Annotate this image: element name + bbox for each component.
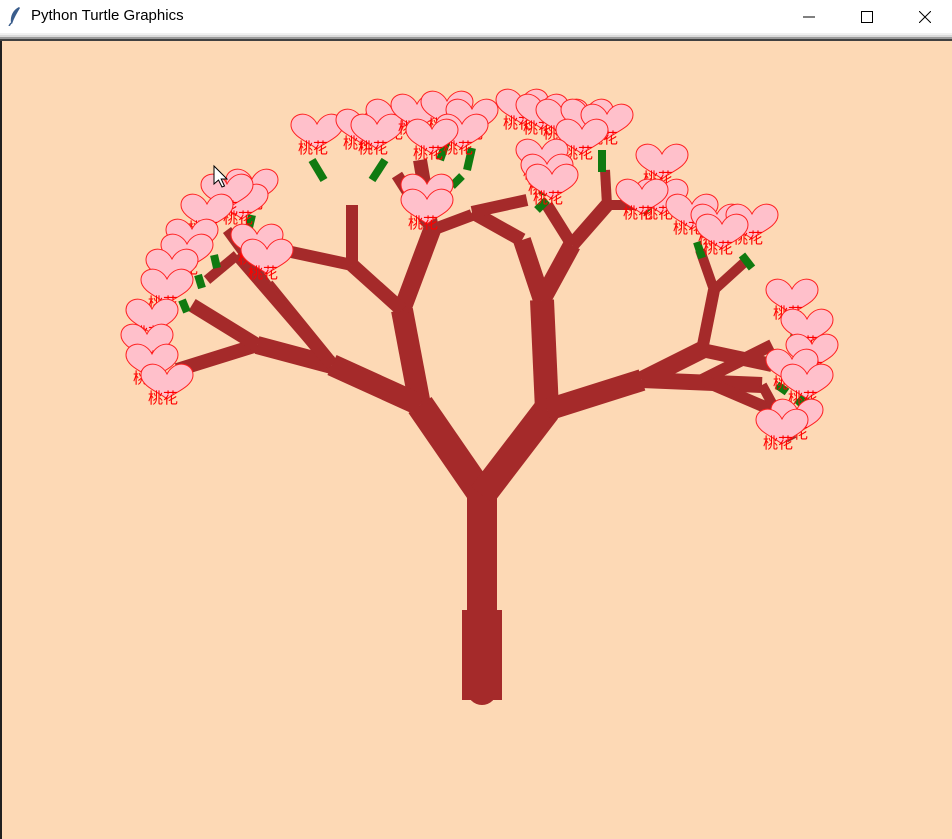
maximize-button[interactable] [838,0,896,33]
tree-branch [470,194,529,218]
window-frame-border [0,33,952,41]
blossom-label: 桃花 [408,214,438,232]
tree-branch [534,240,580,305]
blossom-label: 桃花 [533,189,563,207]
blossom: 桃花 [140,363,194,407]
leaf [194,273,206,290]
blossom-label: 桃花 [763,434,793,452]
tree-branch [408,397,494,503]
turtle-window: Python Turtle Graphics 桃花 桃花 桃花 桃花 桃花 桃花 桃花 桃花桃… [0,0,952,839]
close-icon [919,10,931,23]
window-title: Python Turtle Graphics [31,7,184,24]
blossom-label: 桃花 [298,139,328,157]
tree-branch [188,299,261,351]
blossom: 桃花 [290,113,344,157]
blossom-label: 桃花 [148,389,178,407]
minimize-icon [803,16,815,17]
tree-branch [393,226,441,314]
blossom-label: 桃花 [413,144,443,162]
leaf [368,157,389,183]
turtle-canvas[interactable]: 桃花 桃花 桃花 桃花 桃花 桃花 桃花 桃花 桃花 桃花 桃花 桃花 桃花 桃花 桃花 桃花 桃花 桃花 桃花 桃花… [0,41,952,839]
tree-branch [347,259,407,316]
maximize-icon [861,10,873,23]
close-button[interactable] [896,0,952,33]
title-bar[interactable]: Python Turtle Graphics [0,0,952,33]
leaf [178,298,191,314]
peach-tree-drawing: 桃花 桃花桃花 桃花桃花桃花桃花桃花桃花桃花桃花桃花桃花桃花桃花桃花桃花桃花桃花桃花… [120,88,839,705]
blossom-label: 桃花 [623,204,653,222]
tree-branch [530,299,559,411]
blossom-label: 桃花 [703,239,733,257]
tree-branch [566,200,613,250]
blossom-label: 桃花 [358,139,388,157]
minimize-button[interactable] [780,0,838,33]
leaf [449,173,465,189]
tree-branch [710,256,751,294]
tree-branch [543,369,646,421]
tree-branch [470,401,559,504]
tree-branch [696,288,720,352]
blossom-label: 桃花 [248,264,278,282]
leaf [308,157,328,183]
leaf [210,254,221,269]
tree-branch [600,169,612,206]
feather-icon [8,7,20,26]
tree-branch [541,201,578,249]
